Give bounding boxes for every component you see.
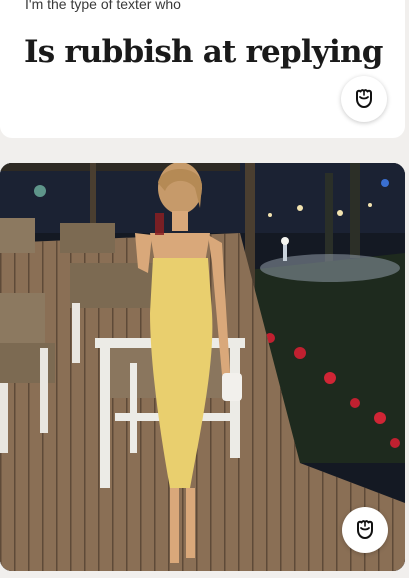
prompt-card: I'm the type of texter who Is rubbish at… [0, 0, 405, 138]
like-prompt-button[interactable] [341, 76, 387, 122]
prompt-question: I'm the type of texter who [25, 0, 181, 12]
prompt-answer: Is rubbish at replying [24, 34, 383, 70]
profile-photo[interactable] [0, 163, 405, 571]
photo-card [0, 163, 405, 571]
like-photo-button[interactable] [342, 507, 388, 553]
rose-icon [357, 520, 373, 539]
rose-icon [356, 89, 372, 108]
